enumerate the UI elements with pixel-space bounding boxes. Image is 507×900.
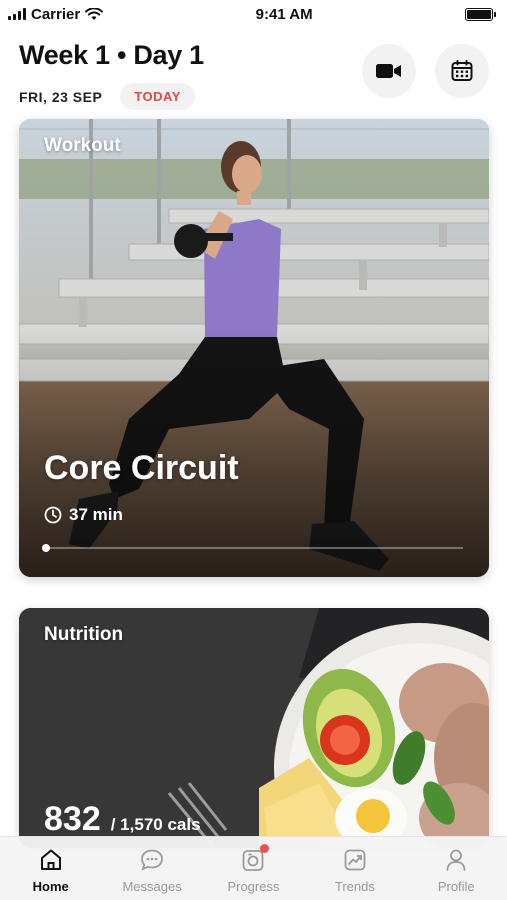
trends-icon bbox=[344, 849, 366, 871]
tab-trends-label: Trends bbox=[334, 879, 375, 894]
workout-label: Workout bbox=[44, 135, 121, 156]
workout-title: Core Circuit bbox=[44, 449, 239, 487]
workout-card[interactable]: Workout Core Circuit 37 min bbox=[19, 119, 489, 577]
status-time: 9:41 AM bbox=[255, 5, 313, 23]
nutrition-label: Nutrition bbox=[44, 624, 124, 645]
nutrition-card[interactable]: Nutrition 832 / 1,570 cals bbox=[19, 608, 489, 848]
workout-duration: 37 min bbox=[44, 505, 123, 525]
tab-progress-label: Progress bbox=[227, 879, 280, 894]
battery-icon bbox=[464, 7, 496, 21]
status-left: Carrier bbox=[8, 5, 104, 23]
video-camera-icon bbox=[376, 64, 401, 78]
tab-profile-label: Profile bbox=[437, 879, 475, 894]
workout-progress-track bbox=[45, 547, 463, 549]
day-header: Week 1 • Day 1 FRI, 23 SEP TODAY bbox=[19, 40, 489, 112]
tab-home-label: Home bbox=[32, 879, 69, 894]
video-button[interactable] bbox=[362, 44, 416, 98]
calendar-icon bbox=[451, 60, 473, 81]
duration-text: 37 min bbox=[69, 505, 123, 524]
calories-total: / 1,570 cals bbox=[110, 815, 201, 834]
tab-messages[interactable]: Messages bbox=[102, 847, 202, 894]
tab-home[interactable]: Home bbox=[1, 847, 101, 894]
messages-icon bbox=[141, 849, 163, 871]
progress-notification-dot bbox=[260, 844, 270, 853]
date-row: FRI, 23 SEP TODAY bbox=[19, 83, 489, 110]
status-bar: Carrier 9:41 AM bbox=[0, 0, 507, 28]
home-icon bbox=[40, 849, 61, 870]
wifi-icon bbox=[85, 7, 104, 20]
date-label: FRI, 23 SEP bbox=[19, 88, 103, 105]
calories-summary: 832 / 1,570 cals bbox=[44, 800, 201, 839]
progress-icon-wrap bbox=[240, 844, 270, 873]
tab-profile[interactable]: Profile bbox=[406, 847, 506, 894]
signal-icon bbox=[8, 8, 26, 20]
profile-icon bbox=[446, 849, 466, 871]
carrier-name: Carrier bbox=[31, 5, 81, 23]
tab-trends[interactable]: Trends bbox=[305, 847, 405, 894]
workout-progress-handle bbox=[42, 544, 50, 552]
tab-progress[interactable]: Progress bbox=[203, 844, 303, 894]
today-badge[interactable]: TODAY bbox=[120, 83, 195, 110]
calendar-button[interactable] bbox=[435, 44, 489, 98]
clock-icon bbox=[44, 506, 62, 524]
tab-messages-label: Messages bbox=[122, 879, 182, 894]
page-title: Week 1 • Day 1 bbox=[19, 40, 204, 70]
calories-consumed: 832 bbox=[44, 800, 101, 838]
bottom-tab-bar: Home Messages Progress Trends Profile bbox=[0, 836, 507, 900]
